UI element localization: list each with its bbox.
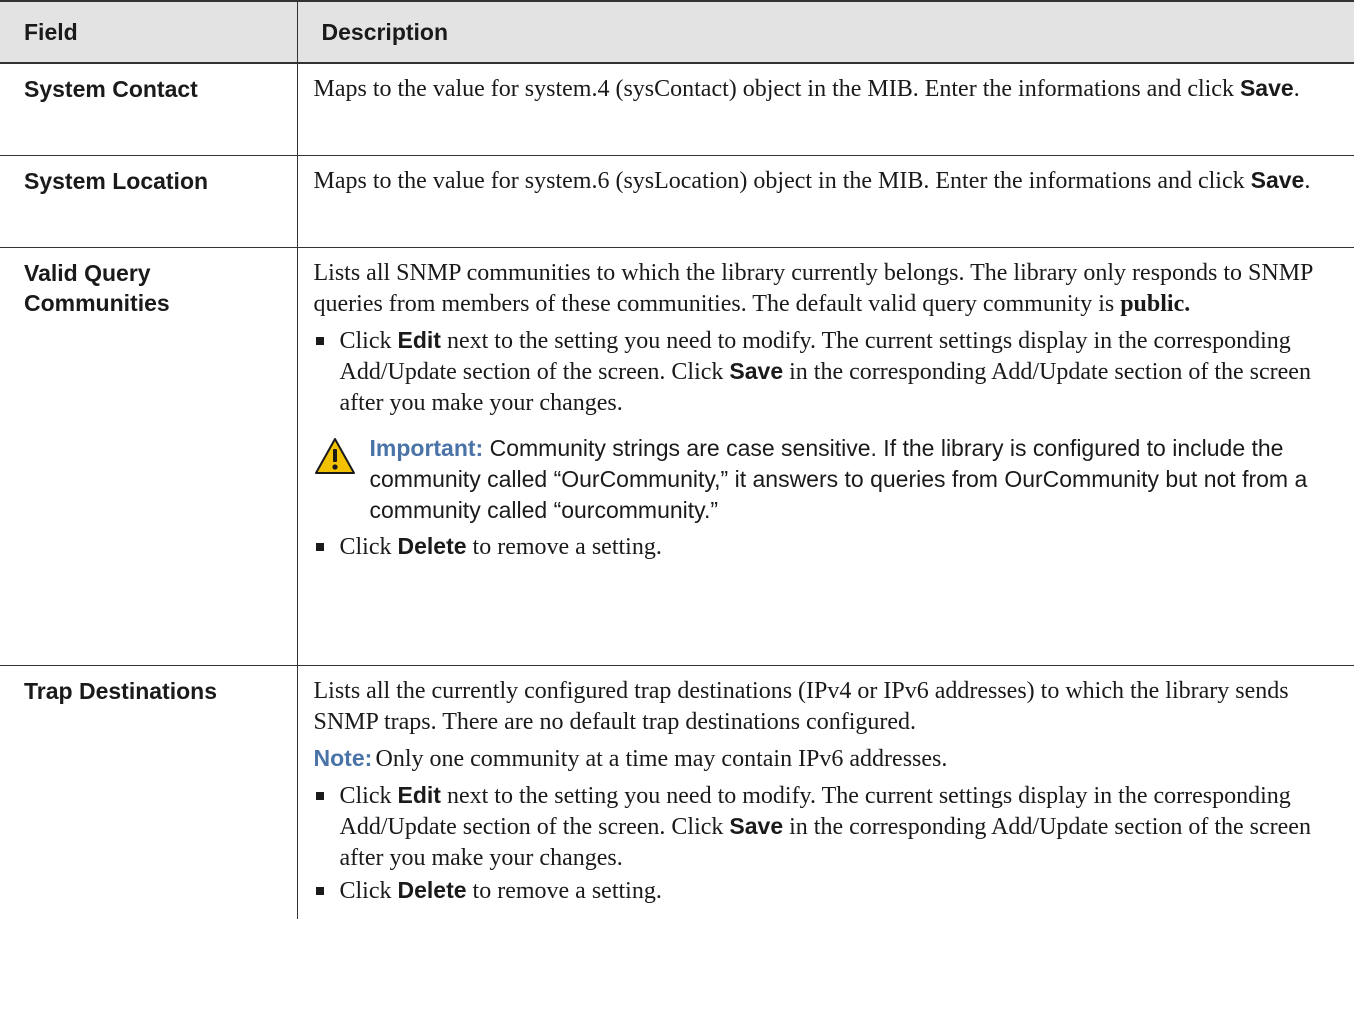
important-text: Community strings are case sensitive. If… (369, 434, 1308, 523)
table-row: Valid Query Communities Lists all SNMP c… (0, 247, 1354, 666)
bullet-list: Click Edit next to the setting you need … (314, 781, 1339, 907)
header-field: Field (0, 0, 298, 64)
table-row: System Contact Maps to the value for sys… (0, 63, 1354, 156)
bullet-text: Click (339, 533, 398, 560)
note-label: Note: (313, 744, 373, 771)
field-valid-query-communities: Valid Query Communities (0, 247, 298, 666)
field-system-contact: System Contact (0, 63, 298, 156)
note-text: Only one community at a time may contain… (375, 745, 948, 772)
bullet-text: Click (339, 327, 398, 354)
square-bullet-icon (315, 542, 324, 551)
table-header-row: Field Description (0, 0, 1354, 64)
edit-keyword: Edit (397, 326, 441, 353)
table-row: Trap Destinations Lists all the currentl… (0, 665, 1354, 919)
desc-text: Lists all the currently configured trap … (313, 677, 1289, 735)
bullet-text: to remove a setting. (466, 877, 662, 904)
bullet-list: Click Delete to remove a setting. (314, 532, 1339, 563)
desc-system-location: Maps to the value for system.6 (sysLocat… (297, 155, 1354, 248)
save-keyword: Save (729, 812, 784, 839)
save-keyword: Save (1250, 166, 1305, 193)
edit-keyword: Edit (397, 781, 441, 808)
save-keyword: Save (729, 357, 784, 384)
square-bullet-icon (315, 791, 324, 800)
note-callout: Note: Only one community at a time may co… (314, 744, 1339, 775)
delete-keyword: Delete (397, 876, 467, 903)
list-item: Click Edit next to the setting you need … (314, 326, 1339, 419)
bullet-text: Click (339, 782, 398, 809)
desc-text-end: . (1304, 167, 1311, 194)
save-keyword: Save (1239, 75, 1294, 101)
bullet-text: Click (339, 877, 398, 904)
desc-trap-destinations: Lists all the currently configured trap … (297, 665, 1354, 919)
desc-system-contact: Maps to the value for system.4 (sysConta… (297, 63, 1354, 156)
list-item: Click Delete to remove a setting. (314, 532, 1339, 563)
important-callout: Important: Community strings are case se… (314, 433, 1339, 526)
field-description-table: Field Description System Contact Maps to… (0, 0, 1354, 919)
desc-text: Maps to the value for system.6 (sysLocat… (313, 167, 1251, 194)
desc-text: Maps to the value for system.4 (sysConta… (313, 76, 1240, 102)
bullet-text: to remove a setting. (466, 533, 662, 560)
desc-valid-query-communities: Lists all SNMP communities to which the … (297, 247, 1354, 666)
public-keyword: public. (1120, 290, 1191, 317)
field-system-location: System Location (0, 155, 298, 248)
important-label: Important: (369, 434, 484, 461)
delete-keyword: Delete (397, 532, 467, 559)
bullet-list: Click Edit next to the setting you need … (314, 326, 1339, 419)
table-row: System Location Maps to the value for sy… (0, 155, 1354, 248)
field-trap-destinations: Trap Destinations (0, 665, 298, 919)
list-item: Click Edit next to the setting you need … (314, 781, 1339, 874)
square-bullet-icon (315, 336, 324, 345)
list-item: Click Delete to remove a setting. (314, 876, 1339, 907)
header-description: Description (297, 0, 1354, 64)
desc-text-end: . (1293, 76, 1300, 102)
square-bullet-icon (315, 886, 324, 895)
warning-triangle-icon (314, 437, 355, 474)
